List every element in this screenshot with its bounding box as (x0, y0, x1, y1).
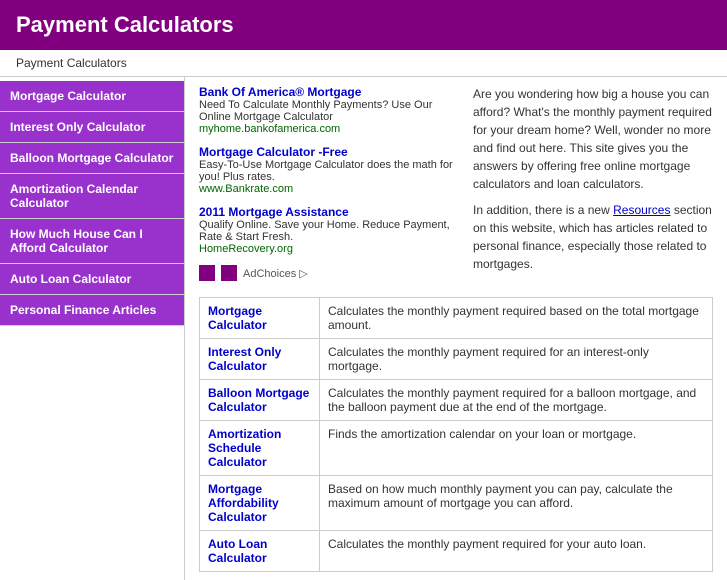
calc-link[interactable]: Amortization Schedule Calculator (208, 427, 281, 469)
calc-desc: Calculates the monthly payment required … (320, 380, 713, 421)
ad-title[interactable]: 2011 Mortgage Assistance (199, 205, 459, 219)
table-row: Interest Only Calculator Calculates the … (200, 339, 713, 380)
content-area: Bank Of America® Mortgage Need To Calcul… (185, 77, 727, 580)
calculator-table: Mortgage Calculator Calculates the month… (199, 297, 713, 572)
calc-name[interactable]: Amortization Schedule Calculator (200, 421, 320, 476)
ads-right: Are you wondering how big a house you ca… (473, 85, 713, 285)
ad-title[interactable]: Bank Of America® Mortgage (199, 85, 459, 99)
intro-text-1: Are you wondering how big a house you ca… (473, 85, 713, 193)
ads-left: Bank Of America® Mortgage Need To Calcul… (199, 85, 459, 285)
page-title: Payment Calculators (16, 12, 711, 38)
calc-link[interactable]: Balloon Mortgage Calculator (208, 386, 309, 414)
calc-desc: Calculates the monthly payment required … (320, 298, 713, 339)
ad-choices-label: AdChoices ▷ (243, 267, 308, 280)
ad-url: www.Bankrate.com (199, 183, 459, 195)
resources-link[interactable]: Resources (613, 203, 670, 217)
ad-prev-button[interactable] (199, 265, 215, 281)
calc-name[interactable]: Interest Only Calculator (200, 339, 320, 380)
ad-next-button[interactable] (221, 265, 237, 281)
calc-link[interactable]: Mortgage Affordability Calculator (208, 482, 279, 524)
sidebar-item-mortgage-calculator[interactable]: Mortgage Calculator (0, 81, 184, 112)
sidebar-item-amortization-calendar-calculator[interactable]: Amortization Calendar Calculator (0, 174, 184, 219)
ad-desc: Easy-To-Use Mortgage Calculator does the… (199, 159, 459, 183)
sidebar-item-balloon-mortgage-calculator[interactable]: Balloon Mortgage Calculator (0, 143, 184, 174)
table-row: Auto Loan Calculator Calculates the mont… (200, 531, 713, 572)
calc-name[interactable]: Mortgage Calculator (200, 298, 320, 339)
ad-url: myhome.bankofamerica.com (199, 123, 459, 135)
ad-nav: AdChoices ▷ (199, 265, 459, 281)
table-row: Mortgage Affordability Calculator Based … (200, 476, 713, 531)
calc-link[interactable]: Mortgage Calculator (208, 304, 267, 332)
ad-item: Mortgage Calculator -Free Easy-To-Use Mo… (199, 145, 459, 195)
calc-desc: Calculates the monthly payment required … (320, 531, 713, 572)
calc-name[interactable]: Mortgage Affordability Calculator (200, 476, 320, 531)
ad-item: 2011 Mortgage Assistance Qualify Online.… (199, 205, 459, 255)
calc-link[interactable]: Interest Only Calculator (208, 345, 281, 373)
calc-name[interactable]: Auto Loan Calculator (200, 531, 320, 572)
sidebar: Mortgage CalculatorInterest Only Calcula… (0, 77, 185, 580)
ad-title[interactable]: Mortgage Calculator -Free (199, 145, 459, 159)
calc-desc: Based on how much monthly payment you ca… (320, 476, 713, 531)
table-row: Balloon Mortgage Calculator Calculates t… (200, 380, 713, 421)
intro-text-2: In addition, there is a new Resources se… (473, 201, 713, 273)
table-row: Amortization Schedule Calculator Finds t… (200, 421, 713, 476)
page-header: Payment Calculators (0, 0, 727, 50)
calc-desc: Calculates the monthly payment required … (320, 339, 713, 380)
calc-link[interactable]: Auto Loan Calculator (208, 537, 267, 565)
sidebar-item-auto-loan-calculator[interactable]: Auto Loan Calculator (0, 264, 184, 295)
ad-item: Bank Of America® Mortgage Need To Calcul… (199, 85, 459, 135)
ad-desc: Need To Calculate Monthly Payments? Use … (199, 99, 459, 123)
ad-url: HomeRecovery.org (199, 243, 459, 255)
sidebar-item-personal-finance-articles[interactable]: Personal Finance Articles (0, 295, 184, 326)
calc-desc: Finds the amortization calendar on your … (320, 421, 713, 476)
table-row: Mortgage Calculator Calculates the month… (200, 298, 713, 339)
breadcrumb: Payment Calculators (0, 50, 727, 77)
ads-section: Bank Of America® Mortgage Need To Calcul… (199, 85, 713, 285)
sidebar-item-how-much-house-calculator[interactable]: How Much House Can I Afford Calculator (0, 219, 184, 264)
sidebar-item-interest-only-calculator[interactable]: Interest Only Calculator (0, 112, 184, 143)
calc-name[interactable]: Balloon Mortgage Calculator (200, 380, 320, 421)
ad-desc: Qualify Online. Save your Home. Reduce P… (199, 219, 459, 243)
main-layout: Mortgage CalculatorInterest Only Calcula… (0, 77, 727, 580)
